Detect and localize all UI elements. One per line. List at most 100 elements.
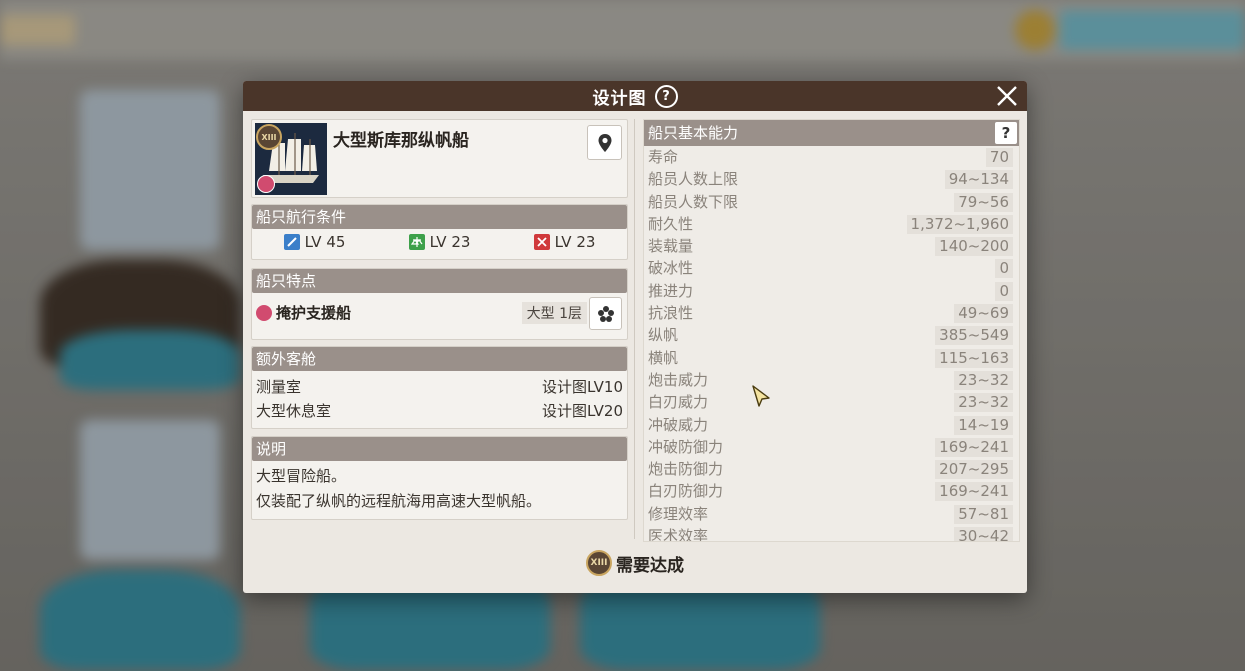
ship-name: 大型斯库那纵帆船 — [333, 131, 469, 151]
adventure-icon — [283, 234, 300, 250]
description-line: 大型冒险船。 — [256, 467, 347, 485]
stat-label: 冲破防御力 — [648, 437, 724, 456]
stat-label: 冲破威力 — [648, 415, 709, 434]
stat-label: 寿命 — [648, 148, 679, 166]
stat-label: 耐久性 — [648, 214, 694, 233]
stat-value: 385~549 — [935, 326, 1013, 346]
stat-row: 冲破威力 14~19 — [644, 414, 1019, 436]
cabin-requirement: 设计图LV20 — [541, 402, 623, 420]
flower-icon — [597, 305, 614, 322]
stat-label: 白刃防御力 — [648, 482, 724, 501]
stat-label: 炮击威力 — [648, 370, 709, 389]
stat-row: 抗浪性 49~69 — [644, 302, 1019, 324]
stat-value: 57~81 — [954, 504, 1013, 524]
cabin-name: 大型休息室 — [256, 402, 332, 420]
stat-label: 修理效率 — [648, 504, 709, 523]
requirement-battle: LV 23 — [533, 233, 596, 251]
cabin-row: 测量室 设计图LV10 — [252, 375, 627, 399]
cabins-header: 额外客舱 — [252, 347, 627, 371]
stats-header-label: 船只基本能力 — [648, 124, 739, 142]
ship-thumbnail: XIII — [255, 123, 327, 195]
location-button[interactable] — [587, 125, 622, 160]
stat-label: 船员人数下限 — [648, 192, 739, 211]
stat-row: 装载量 140~200 — [644, 235, 1019, 257]
stat-value: 94~134 — [944, 170, 1013, 190]
stat-label: 破冰性 — [648, 259, 694, 278]
stat-row: 纵帆 385~549 — [644, 324, 1019, 346]
trade-icon — [408, 234, 425, 250]
feature-size-tag: 大型 1层 — [521, 302, 587, 324]
stats-list: 寿命 70 船员人数上限 94~134 船员人数下限 79~56 耐久性 1,372~1,96… — [644, 146, 1019, 542]
ship-rank-badge: XIII — [256, 124, 282, 150]
stat-value: 169~241 — [935, 437, 1013, 457]
feature-item[interactable]: 掩护支援船 — [256, 302, 351, 323]
cabin-row: 大型休息室 设计图LV20 — [252, 399, 627, 423]
stat-value: 14~19 — [954, 415, 1013, 435]
requirement-adventure-level: LV 45 — [304, 233, 346, 251]
stat-label: 医术效率 — [648, 527, 709, 542]
cabin-name: 测量室 — [256, 378, 302, 396]
ship-stats-panel[interactable]: 船只基本能力 ? 寿命 70 船员人数上限 94~134 船员人数下限 79~56 耐久性 1… — [643, 119, 1020, 542]
stats-header: 船只基本能力 ? — [644, 120, 1019, 146]
stat-label: 炮击防御力 — [648, 460, 724, 479]
stat-label: 白刃威力 — [648, 393, 709, 412]
stat-row: 推进力 0 — [644, 280, 1019, 302]
stat-value: 0 — [995, 281, 1013, 301]
footer: XIII 需要达成 — [243, 549, 1027, 577]
requirement-battle-level: LV 23 — [554, 233, 596, 251]
support-ship-icon — [256, 304, 272, 321]
stat-row: 炮击威力 23~32 — [644, 369, 1019, 391]
stat-value: 207~295 — [935, 460, 1013, 480]
title-help-icon[interactable]: ? — [654, 84, 678, 108]
stat-row: 医术效率 30~42 — [644, 525, 1019, 542]
blueprint-dialog: 设计图 ? XIII 大型斯库那纵帆船 船只航行条件 LV 45 LV 23 L… — [243, 81, 1027, 593]
description-card: 说明 大型冒险船。 仅装配了纵帆的远程航海用高速大型帆船。 — [251, 436, 628, 520]
stats-help-button[interactable]: ? — [995, 122, 1017, 144]
ship-card: XIII 大型斯库那纵帆船 — [251, 119, 628, 198]
stat-value: 23~32 — [954, 370, 1013, 390]
requirement-status: 需要达成 — [616, 555, 684, 576]
requirement-trade-level: LV 23 — [429, 233, 471, 251]
stat-row: 白刃威力 23~32 — [644, 391, 1019, 413]
stat-row: 耐久性 1,372~1,960 — [644, 213, 1019, 235]
requirement-adventure: LV 45 — [283, 233, 346, 251]
stat-value: 70 — [985, 148, 1013, 167]
stat-label: 抗浪性 — [648, 304, 694, 323]
stat-value: 169~241 — [935, 482, 1013, 502]
column-divider — [634, 119, 635, 539]
stat-label: 推进力 — [648, 281, 694, 300]
battle-icon — [533, 234, 550, 250]
stat-row: 白刃防御力 169~241 — [644, 480, 1019, 502]
stat-label: 纵帆 — [648, 326, 679, 345]
stat-value: 49~69 — [954, 304, 1013, 324]
rank-badge-icon: XIII — [586, 550, 612, 576]
stat-value: 0 — [995, 259, 1013, 279]
stat-row: 船员人数上限 94~134 — [644, 168, 1019, 190]
stat-label: 装载量 — [648, 237, 694, 256]
stat-label: 横帆 — [648, 348, 679, 367]
description-header: 说明 — [252, 437, 627, 461]
requirements-card: 船只航行条件 LV 45 LV 23 LV 23 — [251, 204, 628, 260]
requirement-trade: LV 23 — [408, 233, 471, 251]
stat-value: 23~32 — [954, 393, 1013, 413]
stat-row: 横帆 115~163 — [644, 347, 1019, 369]
stat-value: 79~56 — [954, 192, 1013, 212]
stat-value: 140~200 — [935, 237, 1013, 257]
stat-row: 冲破防御力 169~241 — [644, 436, 1019, 458]
feature-name: 掩护支援船 — [276, 304, 352, 322]
features-card: 船只特点 掩护支援船 大型 1层 — [251, 268, 628, 340]
stat-row: 炮击防御力 207~295 — [644, 458, 1019, 480]
dialog-title: 设计图 — [592, 88, 647, 109]
stat-row: 破冰性 0 — [644, 257, 1019, 279]
feature-detail-button[interactable] — [589, 297, 622, 330]
stat-value: 115~163 — [935, 348, 1013, 368]
stat-row: 船员人数下限 79~56 — [644, 191, 1019, 213]
stat-value: 1,372~1,960 — [906, 214, 1013, 234]
stat-row: 寿命 70 — [644, 146, 1019, 168]
stat-value: 30~42 — [954, 527, 1013, 541]
stat-row: 修理效率 57~81 — [644, 503, 1019, 525]
map-pin-icon — [598, 133, 611, 152]
close-icon[interactable] — [995, 84, 1019, 108]
mouse-cursor-icon — [752, 385, 770, 407]
description-line: 仅装配了纵帆的远程航海用高速大型帆船。 — [256, 492, 542, 510]
